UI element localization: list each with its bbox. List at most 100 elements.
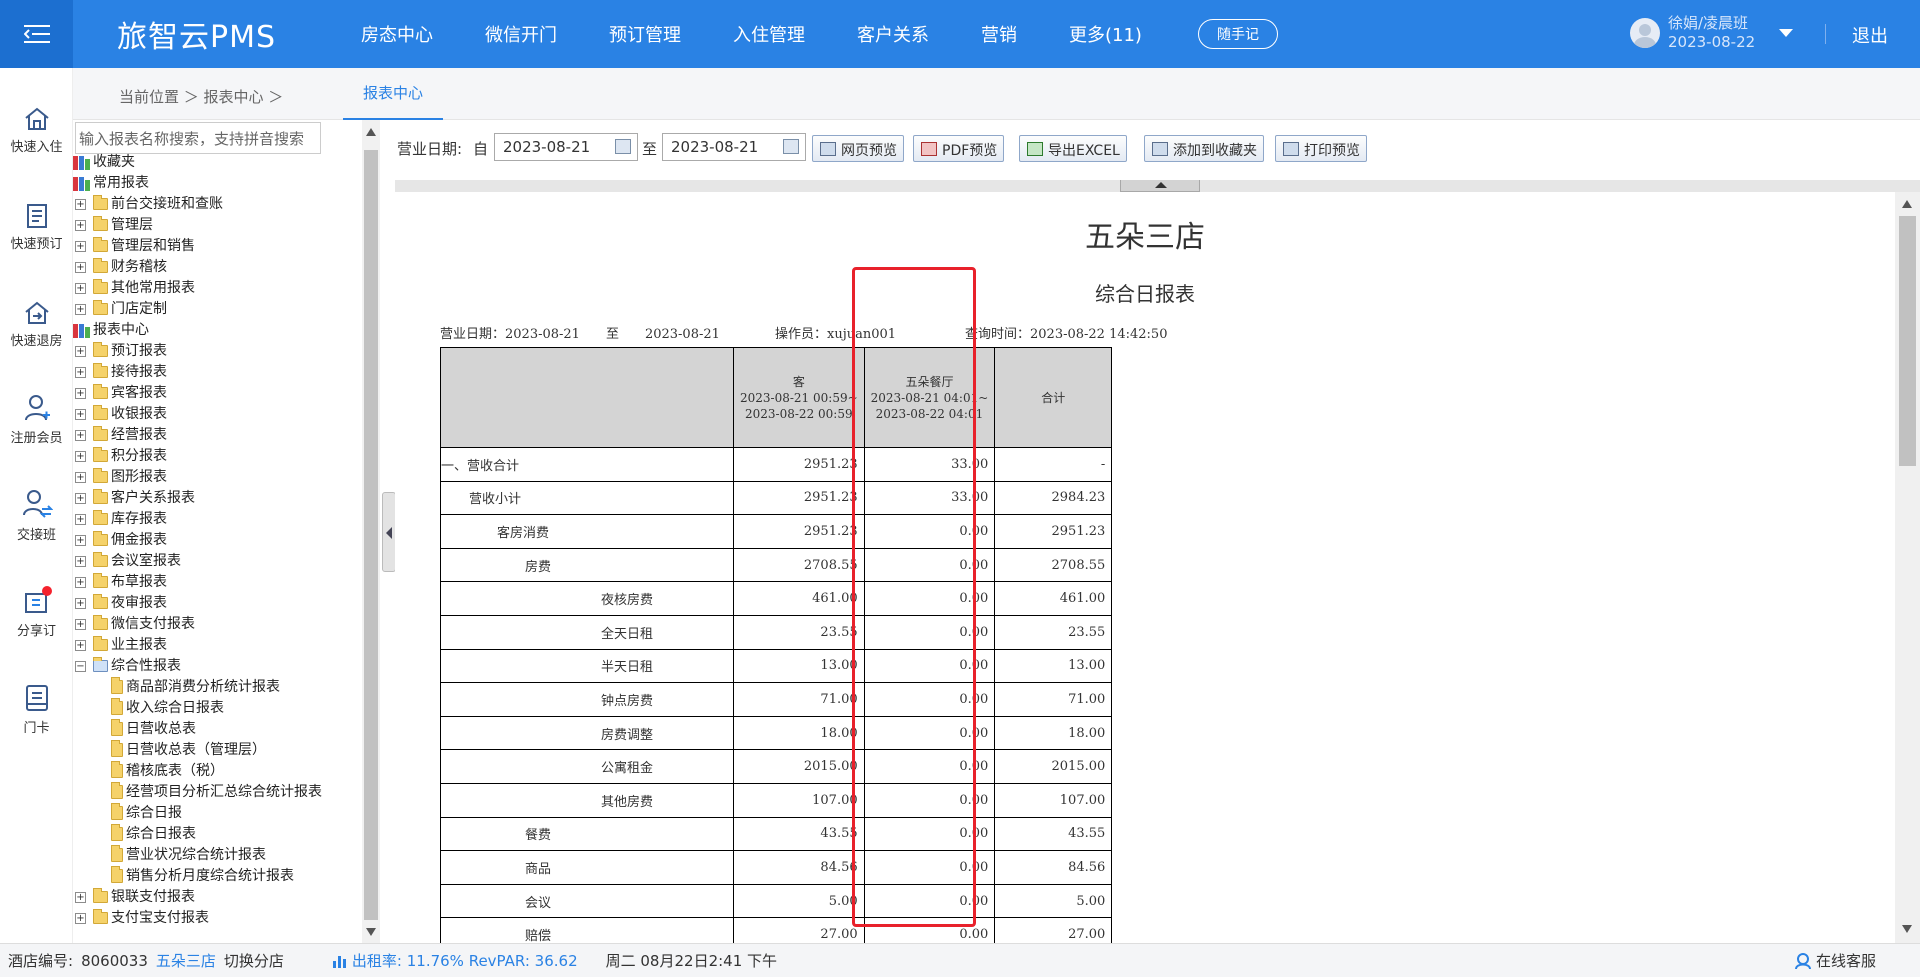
from-date-input[interactable]: 2023-08-21 [494, 133, 638, 161]
nav-crm[interactable]: 客户关系 [857, 21, 929, 47]
expand-icon[interactable]: + [75, 220, 86, 231]
tab-report-center[interactable]: 报表中心 [343, 68, 443, 120]
toolbar-collapse-handle[interactable] [1120, 180, 1200, 192]
calendar-icon[interactable] [615, 139, 631, 154]
user-date: 2023-08-22 [1668, 33, 1756, 51]
online-support-button[interactable]: 在线客服 [1794, 950, 1884, 971]
web-preview-button[interactable]: 网页预览 [812, 135, 904, 162]
switch-branch-link[interactable]: 切换分店 [224, 950, 284, 971]
cell-v2: 0.00 [863, 883, 996, 919]
sidebar-item-share-order[interactable]: 分享订 [0, 586, 73, 639]
panel-splitter-handle[interactable] [382, 492, 396, 572]
cell-v2: 0.00 [863, 614, 996, 650]
tree-scroll-thumb[interactable] [364, 150, 378, 920]
row-label: 商品 [440, 850, 734, 885]
memo-button[interactable]: 随手记 [1197, 19, 1278, 49]
expand-icon[interactable]: + [75, 367, 86, 378]
expand-icon[interactable]: + [75, 262, 86, 273]
user-menu[interactable]: 徐娟/凌晨班 2023-08-22 [1630, 14, 1794, 52]
row-label: 钟点房费 [440, 682, 734, 717]
folder-icon [93, 300, 108, 315]
expand-icon[interactable]: + [75, 640, 86, 651]
chevron-up-icon [1155, 182, 1167, 188]
table-row: 其他房费 107.00 0.00 107.00 [440, 782, 1113, 818]
expand-icon[interactable]: + [75, 304, 86, 315]
nav-booking[interactable]: 预订管理 [609, 21, 681, 47]
nav-room-status[interactable]: 房态中心 [361, 21, 433, 47]
home-icon [24, 107, 49, 130]
main-nav: 房态中心 微信开门 预订管理 入住管理 客户关系 营销 更多(11) [361, 21, 1194, 47]
expand-icon[interactable]: + [75, 346, 86, 357]
expand-icon[interactable]: + [75, 493, 86, 504]
expand-icon[interactable]: + [75, 514, 86, 525]
report-title: 综合日报表 [1095, 282, 1195, 306]
chevron-down-icon[interactable] [1779, 29, 1794, 37]
tree-item-label: 积分报表 [111, 448, 167, 464]
folder-icon [93, 573, 108, 588]
sidebar-item-door-card[interactable]: 门卡 [0, 683, 73, 736]
scroll-down-icon[interactable] [366, 928, 376, 936]
expand-icon[interactable]: + [75, 241, 86, 252]
tree-item-label: 客户关系报表 [111, 490, 195, 506]
menu-toggle-button[interactable] [0, 0, 73, 68]
expand-icon[interactable]: + [75, 556, 86, 567]
file-icon [111, 740, 123, 757]
report-scrollbar[interactable] [1895, 192, 1920, 943]
expand-icon[interactable]: + [75, 472, 86, 483]
tree-item-label: 商品部消费分析统计报表 [126, 679, 280, 695]
collapse-icon[interactable]: − [75, 661, 86, 672]
sidebar-item-quick-checkin[interactable]: 快速入住 [0, 106, 73, 155]
expand-icon[interactable]: + [75, 430, 86, 441]
table-row: 半天日租 13.00 0.00 13.00 [440, 648, 1113, 684]
row-label: 全天日租 [440, 614, 734, 650]
scroll-down-icon[interactable] [1902, 925, 1912, 933]
expand-icon[interactable]: + [75, 283, 86, 294]
nav-wechat-door[interactable]: 微信开门 [485, 21, 557, 47]
logout-button[interactable]: 退出 [1852, 22, 1888, 48]
cell-v3: 27.00 [994, 917, 1113, 943]
expand-icon[interactable]: + [75, 535, 86, 546]
report-table: 客 2023-08-21 00:59~ 2023-08-22 00:59 五朵餐… [440, 347, 1113, 943]
cell-v2: 0.00 [863, 547, 996, 583]
scroll-up-icon[interactable] [1902, 200, 1912, 208]
sidebar-item-shift-handover[interactable]: 交接班 [0, 488, 73, 543]
tree-item-label: 收藏夹 [93, 154, 135, 170]
column-header-guest: 客 2023-08-21 00:59~ 2023-08-22 00:59 [733, 347, 865, 448]
expand-icon[interactable]: + [75, 619, 86, 630]
add-favorite-button[interactable]: 添加到收藏夹 [1144, 135, 1264, 162]
to-date-input[interactable]: 2023-08-21 [662, 133, 806, 161]
report-group-icon [73, 155, 91, 170]
tree-item-label: 管理层 [111, 217, 153, 233]
expand-icon[interactable]: + [75, 409, 86, 420]
nav-more[interactable]: 更多(11) [1069, 21, 1142, 47]
expand-icon[interactable]: + [75, 451, 86, 462]
tree-scrollbar[interactable] [362, 120, 380, 943]
report-query-time: 查询时间：2023-08-22 14:42:50 [965, 327, 1168, 342]
scroll-up-icon[interactable] [366, 128, 376, 136]
nav-checkin[interactable]: 入住管理 [733, 21, 805, 47]
print-preview-button[interactable]: 打印预览 [1275, 135, 1367, 162]
sidebar-item-register-member[interactable]: 注册会员 [0, 393, 73, 446]
report-scroll-thumb[interactable] [1899, 216, 1916, 466]
expand-icon[interactable]: + [75, 913, 86, 924]
sidebar-item-quick-checkout[interactable]: 快速退房 [0, 300, 73, 349]
report-search-input[interactable]: 输入报表名称搜索，支持拼音搜索 [75, 122, 321, 154]
expand-icon[interactable]: + [75, 598, 86, 609]
expand-icon[interactable]: + [75, 199, 86, 210]
expand-icon[interactable]: + [75, 577, 86, 588]
export-excel-button[interactable]: 导出EXCEL [1019, 135, 1127, 162]
cell-v3: 13.00 [994, 648, 1113, 684]
hotel-name-link[interactable]: 五朵三店 [156, 950, 216, 971]
door-card-icon [25, 685, 48, 711]
nav-marketing[interactable]: 营销 [981, 21, 1017, 47]
sidebar-item-quick-booking[interactable]: 快速预订 [0, 203, 73, 252]
report-viewer: 五朵三店 综合日报表 营业日期：2023-08-21 至 2023-08-21 … [395, 180, 1920, 943]
calendar-icon[interactable] [783, 139, 799, 154]
share-order-icon [24, 586, 52, 613]
pdf-preview-button[interactable]: PDF预览 [913, 135, 1005, 162]
expand-icon[interactable]: + [75, 892, 86, 903]
expand-icon[interactable]: + [75, 388, 86, 399]
tree-item-label: 营业状况综合统计报表 [126, 847, 266, 863]
booking-icon [26, 204, 47, 228]
chevron-left-icon [386, 527, 392, 539]
